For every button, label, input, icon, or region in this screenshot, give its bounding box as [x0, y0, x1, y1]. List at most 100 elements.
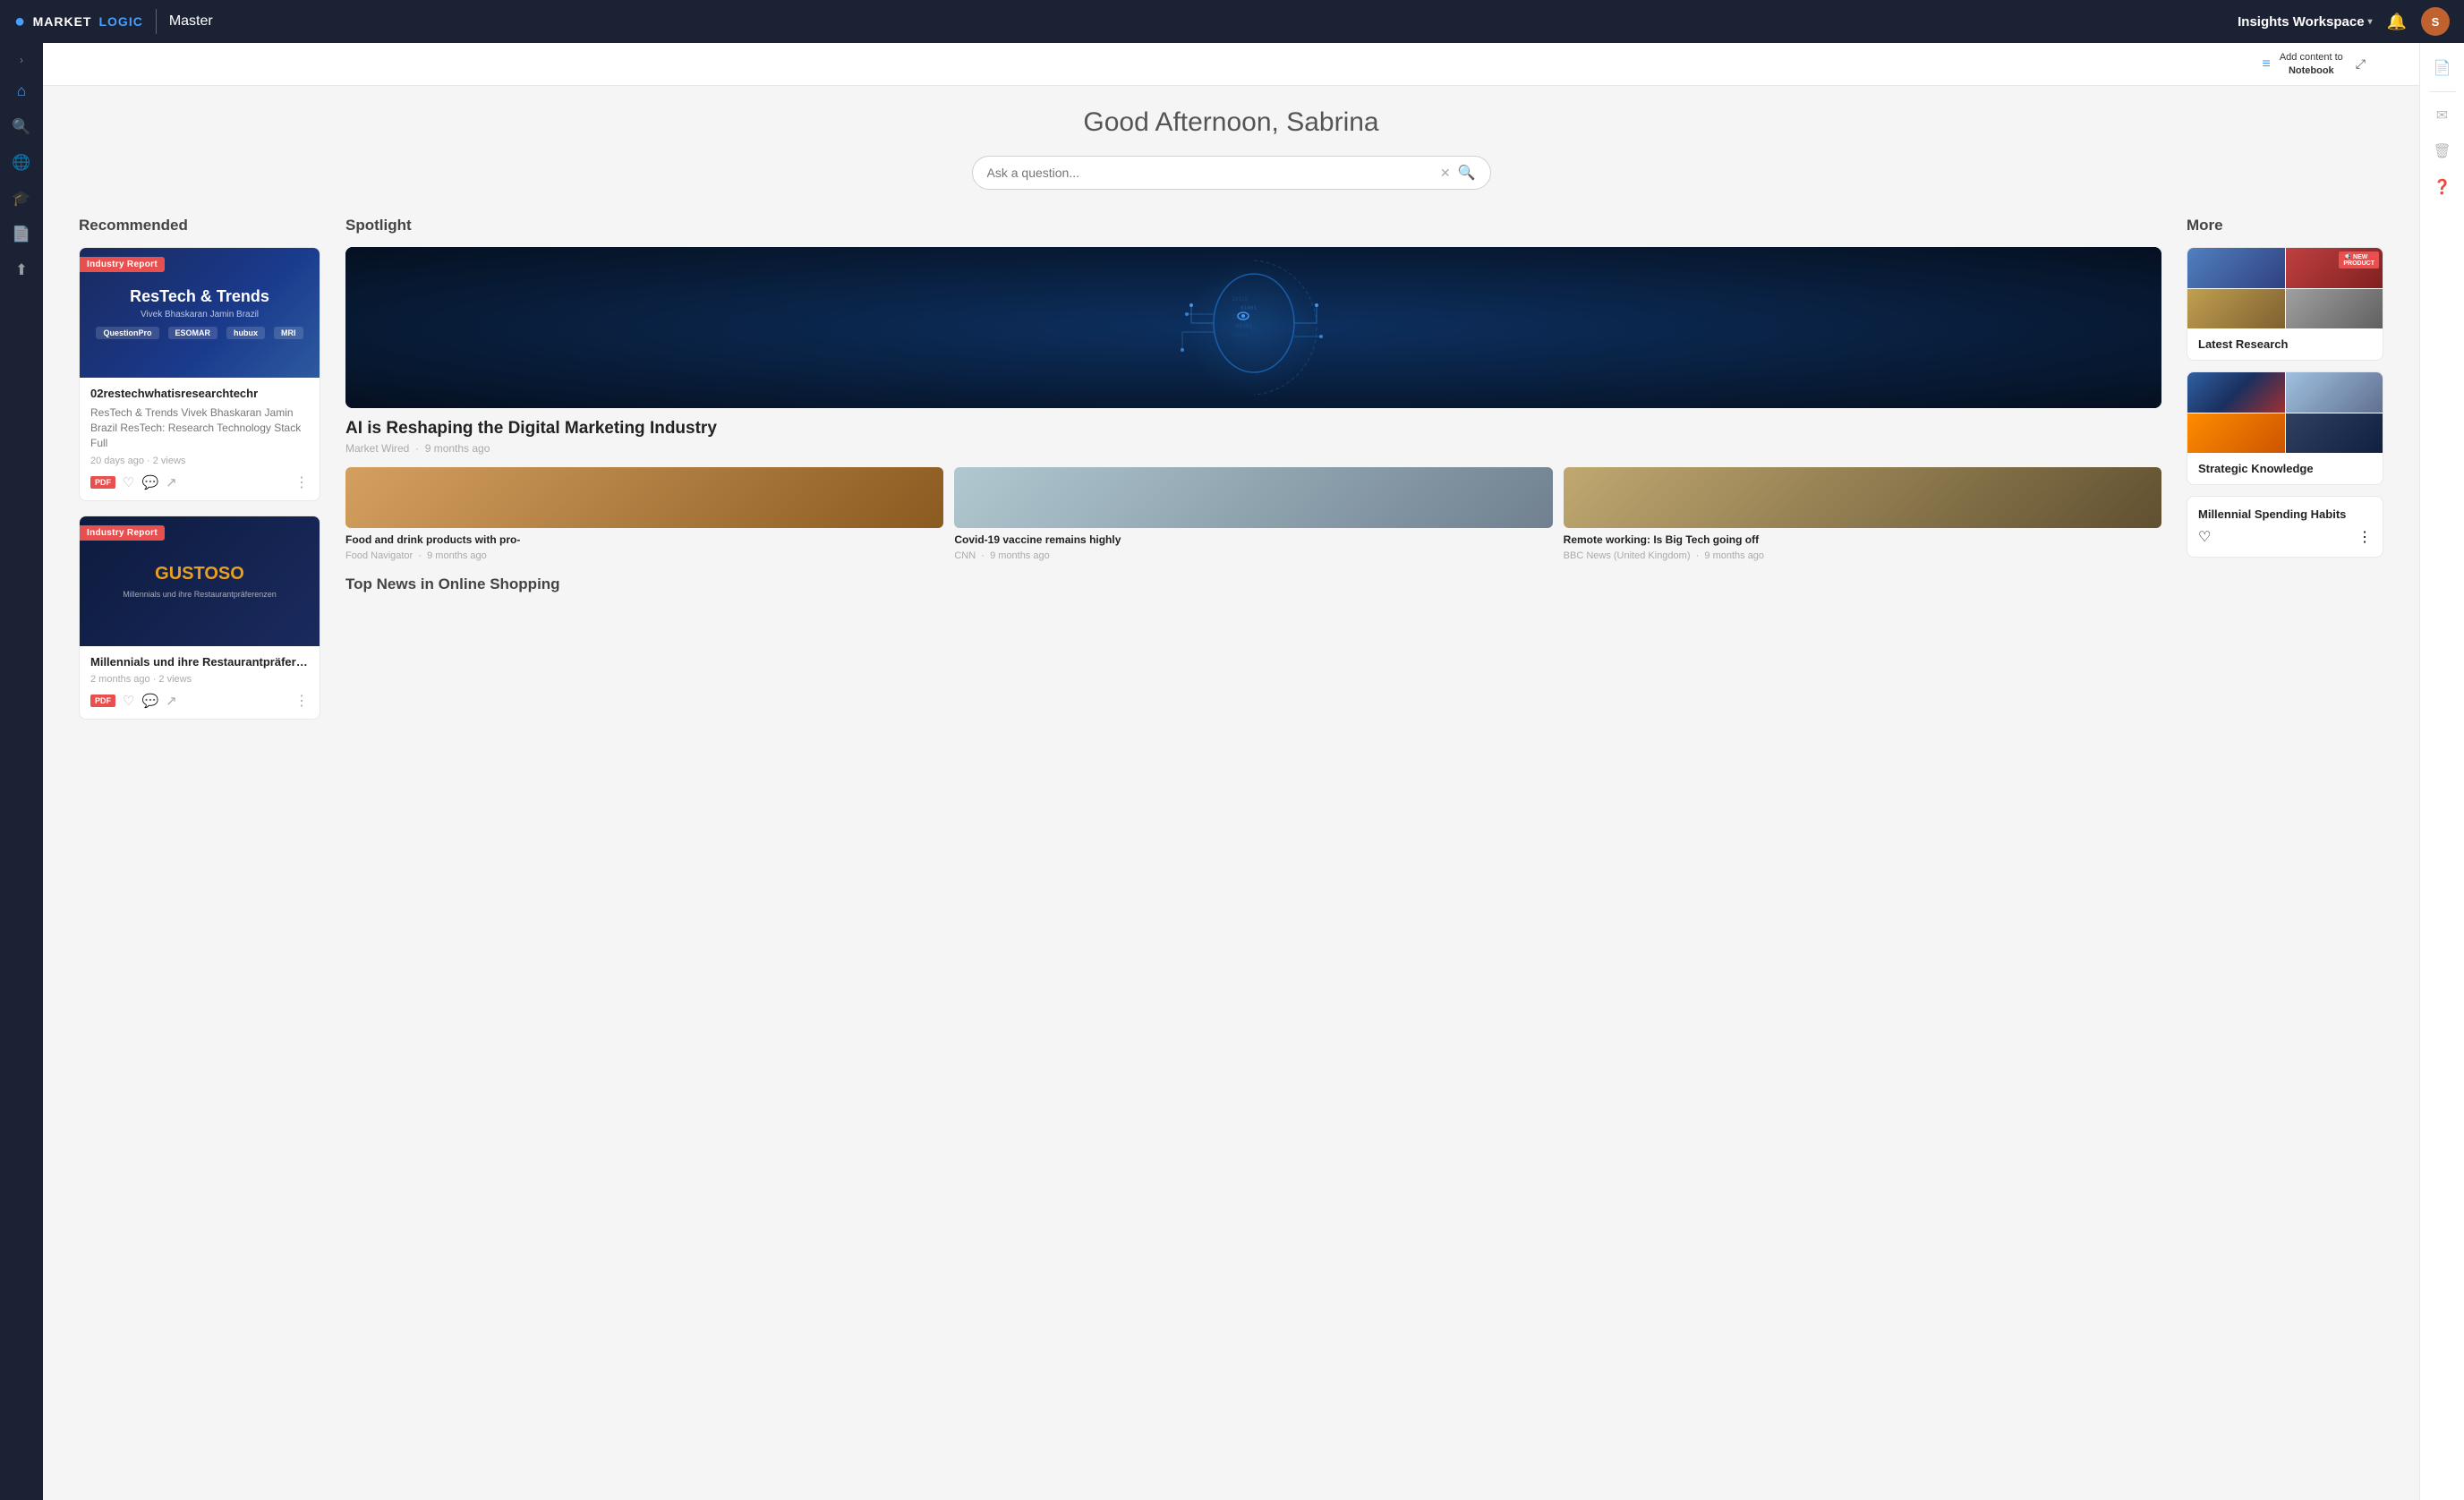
- industry-badge-1: Industry Report: [80, 257, 165, 272]
- recommended-title: Recommended: [79, 217, 320, 234]
- logo-market: MARKET: [33, 14, 92, 29]
- report-logos-1: QuestionPro ESOMAR hubux MRI: [96, 327, 303, 339]
- like-icon-2[interactable]: ♡: [123, 693, 134, 709]
- main-grid: Recommended Industry Report ResTech & Tr…: [79, 217, 2383, 734]
- comment-icon-1[interactable]: 💬: [141, 474, 158, 490]
- user-avatar[interactable]: S: [2421, 7, 2450, 36]
- logo-questionpro: QuestionPro: [96, 327, 158, 339]
- card-title-gustoso: Millennials und ihre Restaurantpräferenz…: [90, 655, 309, 669]
- right-sidebar: 📄 ✉ 🗑 ❓: [2419, 43, 2464, 1500]
- svg-text:01001: 01001: [1241, 305, 1257, 311]
- pdf-badge-2: PDF: [90, 695, 115, 707]
- comment-icon-2[interactable]: 💬: [141, 693, 158, 709]
- card-desc-restech: ResTech & Trends Vivek Bhaskaran Jamin B…: [90, 405, 309, 450]
- topnav-right: Insights Workspace ▾ 🔔 S: [2238, 7, 2450, 36]
- sidebar-item-learn[interactable]: 🎓: [5, 183, 38, 215]
- notebook-header-inner: ≡ Add content to Notebook ⤢: [2263, 51, 2366, 77]
- notebook-header: ≡ Add content to Notebook ⤢: [43, 43, 2419, 86]
- logo-logic: LOGIC: [98, 14, 142, 29]
- lr-img-4: [2286, 289, 2383, 329]
- sub-article-covid[interactable]: Covid-19 vaccine remains highly CNN · 9 …: [954, 467, 1552, 561]
- notebook-add-button[interactable]: Add content to Notebook: [2280, 51, 2343, 77]
- left-sidebar: › ⌂ 🔍 🌐 🎓 📄 ⬆: [0, 43, 43, 1500]
- sidebar-item-upload[interactable]: ⬆: [5, 254, 38, 286]
- logo-mri: MRI: [274, 327, 303, 339]
- share-icon-2[interactable]: ↗: [166, 693, 177, 709]
- sidebar-item-home[interactable]: ⌂: [5, 75, 38, 107]
- spotlight-main-image[interactable]: 10110 01001 11010 00101 10011: [345, 247, 2161, 408]
- strategic-knowledge-images: [2187, 372, 2383, 453]
- sidebar-collapse-button[interactable]: ›: [20, 54, 23, 66]
- right-sidebar-icon-doc[interactable]: 📄: [2426, 52, 2459, 84]
- sub-article-food[interactable]: Food and drink products with pro- Food N…: [345, 467, 943, 561]
- covid-meta: CNN · 9 months ago: [954, 550, 1552, 561]
- food-source: Food Navigator: [345, 550, 413, 561]
- report-title-1: ResTech & Trends: [130, 287, 269, 306]
- search-submit-icon[interactable]: 🔍: [1458, 164, 1476, 182]
- notebook-add-label: Add content to: [2280, 51, 2343, 64]
- workspace-label: Insights Workspace: [2238, 14, 2364, 30]
- millennial-more-icon[interactable]: ⋮: [2357, 528, 2372, 546]
- content-area: ≡ Add content to Notebook ⤢ Good Afterno…: [43, 43, 2419, 1500]
- top-navigation: ● MARKETLOGIC Master Insights Workspace …: [0, 0, 2464, 43]
- notebook-label: Notebook: [2289, 64, 2334, 77]
- lr-img-1: [2187, 248, 2285, 288]
- food-age: 9 months ago: [427, 550, 487, 561]
- sidebar-item-docs[interactable]: 📄: [5, 218, 38, 251]
- card-body-gustoso: Millennials und ihre Restaurantpräferenz…: [80, 646, 320, 719]
- main-layout: › ⌂ 🔍 🌐 🎓 📄 ⬆ ≡ Add content to Notebook …: [0, 43, 2464, 1500]
- card-meta-restech: 20 days ago · 2 views: [90, 456, 309, 466]
- svg-text:00101: 00101: [1236, 323, 1252, 329]
- more-menu-icon-2[interactable]: ⋮: [294, 692, 309, 710]
- filter-icon[interactable]: ≡: [2263, 56, 2271, 72]
- pdf-badge-1: PDF: [90, 476, 115, 489]
- strategic-knowledge-body: Strategic Knowledge: [2187, 453, 2383, 484]
- card-meta-gustoso: 2 months ago · 2 views: [90, 674, 309, 685]
- recommended-card-restech[interactable]: Industry Report ResTech & Trends Vivek B…: [79, 247, 320, 501]
- share-icon-1[interactable]: ↗: [166, 474, 177, 490]
- notebook-expand-icon[interactable]: ⤢: [2356, 56, 2366, 72]
- covid-source: CNN: [954, 550, 976, 561]
- app-logo[interactable]: ● MARKET LOGIC: [14, 12, 143, 32]
- search-clear-icon[interactable]: ✕: [1440, 166, 1451, 181]
- right-sidebar-divider-1: [2429, 91, 2456, 92]
- sk-img-2: [2286, 372, 2383, 413]
- more-card-strategic-knowledge[interactable]: Strategic Knowledge: [2187, 371, 2383, 485]
- notification-bell[interactable]: 🔔: [2387, 13, 2407, 31]
- like-icon-1[interactable]: ♡: [123, 474, 134, 490]
- search-input[interactable]: [987, 166, 1433, 180]
- card-title-restech: 02restechwhatisresearchtechr: [90, 387, 309, 400]
- spotlight-title: Spotlight: [345, 217, 2161, 234]
- logo-icon: ●: [14, 12, 26, 32]
- restech-image-bg: Industry Report ResTech & Trends Vivek B…: [80, 248, 320, 378]
- sk-img-4: [2286, 413, 2383, 454]
- spotlight-article-title[interactable]: AI is Reshaping the Digital Marketing In…: [345, 419, 2161, 439]
- main-content: Good Afternoon, Sabrina ✕ 🔍 Recommended: [43, 86, 2419, 1500]
- remote-meta: BBC News (United Kingdom) · 9 months ago: [1564, 550, 2161, 561]
- new-product-badge: 📢 NEWPRODUCT: [2339, 251, 2379, 268]
- greeting-text: Good Afternoon, Sabrina: [79, 107, 2383, 138]
- right-sidebar-icon-help[interactable]: ❓: [2426, 171, 2459, 203]
- lr-img-3: [2187, 289, 2285, 329]
- right-sidebar-icon-mail[interactable]: ✉: [2426, 99, 2459, 132]
- more-menu-icon-1[interactable]: ⋮: [294, 473, 309, 491]
- recommended-card-gustoso[interactable]: Industry Report GUSTOSO Millennials und …: [79, 516, 320, 720]
- nav-divider: [156, 9, 157, 34]
- workspace-selector[interactable]: Insights Workspace ▾: [2238, 14, 2372, 30]
- sk-img-3: [2187, 413, 2285, 454]
- millennial-like-icon[interactable]: ♡: [2198, 528, 2211, 546]
- latest-research-body: Latest Research: [2187, 328, 2383, 360]
- covid-title: Covid-19 vaccine remains highly: [954, 533, 1552, 548]
- more-card-millennial[interactable]: Millennial Spending Habits ♡ ⋮: [2187, 496, 2383, 558]
- sidebar-item-globe[interactable]: 🌐: [5, 147, 38, 179]
- food-title: Food and drink products with pro-: [345, 533, 943, 548]
- sidebar-item-search[interactable]: 🔍: [5, 111, 38, 143]
- spotlight-article-meta: Market Wired · 9 months ago: [345, 442, 2161, 455]
- card-body-restech: 02restechwhatisresearchtechr ResTech & T…: [80, 378, 320, 500]
- right-sidebar-icon-trash[interactable]: 🗑: [2426, 135, 2459, 167]
- more-card-latest-research[interactable]: 📢 NEWPRODUCT Latest Research: [2187, 247, 2383, 361]
- sub-article-remote[interactable]: Remote working: Is Big Tech going off BB…: [1564, 467, 2161, 561]
- spotlight-source: Market Wired: [345, 442, 409, 455]
- millennial-card-body: Millennial Spending Habits ♡ ⋮: [2187, 497, 2383, 557]
- lr-img-2: 📢 NEWPRODUCT: [2286, 248, 2383, 288]
